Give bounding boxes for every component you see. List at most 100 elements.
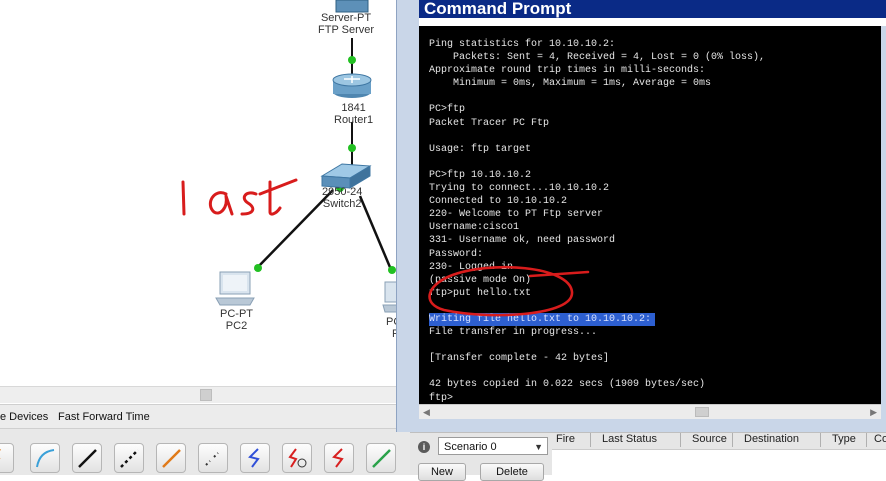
terminal-row xyxy=(429,365,765,378)
device-name-label: FTP Server xyxy=(318,24,375,36)
terminal-horizontal-scrollbar[interactable]: ◀ ▶ xyxy=(419,404,881,419)
column-divider xyxy=(732,433,733,447)
column-header-type[interactable]: Type xyxy=(832,433,856,445)
terminal-line: Minimum = 0ms, Maximum = 1ms, Average = … xyxy=(429,78,712,90)
terminal-row: Connected to 10.10.10.2 xyxy=(429,195,765,208)
device-label-server[interactable]: Server-PT FTP Server xyxy=(318,12,374,36)
terminal-line: Usage: ftp target xyxy=(429,143,532,155)
terminal-row xyxy=(429,130,765,143)
terminal-row: ftp> xyxy=(429,392,765,404)
serial-dce-icon xyxy=(288,448,307,468)
pc-icon xyxy=(215,271,255,306)
info-icon[interactable]: i xyxy=(418,441,430,453)
link-light xyxy=(348,144,356,152)
logical-workspace[interactable]: Server-PT FTP Server 1841 Router1 2950-2… xyxy=(0,0,400,404)
terminal-line: 331- Username ok, need password xyxy=(429,235,616,247)
column-header-color[interactable]: Co xyxy=(874,433,886,445)
terminal-line: Username:cisco1 xyxy=(429,222,520,234)
handwritten-annotation xyxy=(181,178,298,216)
fiber-cable-tool[interactable] xyxy=(156,443,186,473)
terminal-row: File transfer in progress... xyxy=(429,326,765,339)
device-label-pc2[interactable]: PC-PT PC2 xyxy=(220,308,253,332)
chevron-down-icon: ▼ xyxy=(534,442,543,452)
octal-cable-icon xyxy=(372,449,391,468)
terminal-line: Packet Tracer PC Ftp xyxy=(429,117,550,129)
link-light xyxy=(254,264,262,272)
terminal-line: PC>ftp 10.10.10.2 xyxy=(429,169,532,181)
device-label-switch[interactable]: 2950-24 Switch2 xyxy=(322,186,362,210)
pdu-list[interactable] xyxy=(552,449,886,476)
crossover-cable-tool[interactable] xyxy=(114,443,144,473)
column-header-source[interactable]: Source xyxy=(692,433,727,445)
terminal-row: Packets: Sent = 4, Received = 4, Lost = … xyxy=(429,51,765,64)
scenario-value: Scenario 0 xyxy=(444,441,497,453)
lightning-icon xyxy=(0,449,1,460)
auto-connect-tool[interactable] xyxy=(0,443,14,473)
straight-through-cable-tool[interactable] xyxy=(72,443,102,473)
delete-scenario-button[interactable]: Delete xyxy=(480,463,544,481)
octal-cable-tool[interactable] xyxy=(366,443,396,473)
serial-dce-tool[interactable] xyxy=(282,443,312,473)
terminal-row xyxy=(429,90,765,103)
terminal-row: Trying to connect...10.10.10.2 xyxy=(429,182,765,195)
terminal-row: Usage: ftp target xyxy=(429,143,765,156)
terminal-line: 42 bytes copied in 0.022 secs (1909 byte… xyxy=(429,379,706,391)
terminal-line: File transfer in progress... xyxy=(429,327,598,339)
handwritten-circle xyxy=(428,265,590,317)
column-divider xyxy=(820,433,821,447)
window-title: Command Prompt xyxy=(419,0,886,18)
fast-forward-time-button[interactable]: Fast Forward Time xyxy=(58,411,150,423)
device-label-router[interactable]: 1841 Router1 xyxy=(334,102,373,126)
device-name-label: Router1 xyxy=(334,114,374,126)
scenario-panel: i Scenario 0 ▼ New Delete Fire Last Stat… xyxy=(410,432,886,481)
console-cable-tool[interactable] xyxy=(30,443,60,473)
column-header-destination[interactable]: Destination xyxy=(744,433,799,445)
link-switch-pc3 xyxy=(358,195,394,273)
device-name-label: Switch2 xyxy=(322,198,362,210)
workspace-horizontal-scrollbar[interactable] xyxy=(0,386,400,403)
fiber-cable-icon xyxy=(162,449,181,468)
serial-dte-icon xyxy=(332,448,344,468)
terminal-row: PC>ftp 10.10.10.2 xyxy=(429,169,765,182)
device-type-label: Server-PT xyxy=(320,12,372,24)
crossover-cable-icon xyxy=(120,449,139,468)
terminal-line: Packets: Sent = 4, Received = 4, Lost = … xyxy=(429,52,766,64)
phone-cable-icon xyxy=(205,452,219,466)
power-cycle-devices-button[interactable]: e Devices xyxy=(0,411,48,423)
switch-icon xyxy=(320,163,372,189)
column-divider xyxy=(680,433,681,447)
terminal-row: Username:cisco1 xyxy=(429,221,765,234)
terminal-row: 220- Welcome to PT Ftp server xyxy=(429,208,765,221)
terminal-line: Connected to 10.10.10.2 xyxy=(429,196,568,208)
scrollbar-thumb[interactable] xyxy=(695,407,709,417)
terminal-line: Ping statistics for 10.10.10.2: xyxy=(429,39,616,50)
server-icon xyxy=(335,0,369,13)
terminal-output[interactable]: Ping statistics for 10.10.10.2: Packets:… xyxy=(419,26,881,404)
terminal-line: Trying to connect...10.10.10.2 xyxy=(429,183,610,195)
terminal-row xyxy=(429,339,765,352)
terminal-line: PC>ftp xyxy=(429,104,466,116)
column-header-last-status[interactable]: Last Status xyxy=(602,433,657,445)
terminal-row: Minimum = 0ms, Maximum = 1ms, Average = … xyxy=(429,77,765,90)
coaxial-cable-tool[interactable] xyxy=(240,443,270,473)
device-type-label: PC-PT xyxy=(220,308,253,320)
column-header-fire[interactable]: Fire xyxy=(556,433,575,445)
terminal-row xyxy=(429,156,765,169)
link-light xyxy=(348,56,356,64)
column-divider xyxy=(590,433,591,447)
terminal-row: Ping statistics for 10.10.10.2: xyxy=(429,38,765,51)
scroll-right-icon[interactable]: ▶ xyxy=(870,407,877,418)
scroll-left-icon[interactable]: ◀ xyxy=(423,407,430,418)
terminal-line: Approximate round trip times in milli-se… xyxy=(429,65,706,77)
terminal-line: Password: xyxy=(429,248,484,260)
new-scenario-button[interactable]: New xyxy=(418,463,466,481)
phone-cable-tool[interactable] xyxy=(198,443,228,473)
serial-dte-tool[interactable] xyxy=(324,443,354,473)
scenario-select[interactable]: Scenario 0 ▼ xyxy=(438,437,548,455)
connections-toolbar xyxy=(0,428,410,475)
command-prompt-window[interactable]: Command Prompt Ping statistics for 10.10… xyxy=(396,0,886,432)
scrollbar-thumb[interactable] xyxy=(200,389,212,401)
terminal-row: PC>ftp xyxy=(429,103,765,116)
terminal-row: 42 bytes copied in 0.022 secs (1909 byte… xyxy=(429,378,765,391)
terminal-row: 331- Username ok, need password xyxy=(429,234,765,247)
